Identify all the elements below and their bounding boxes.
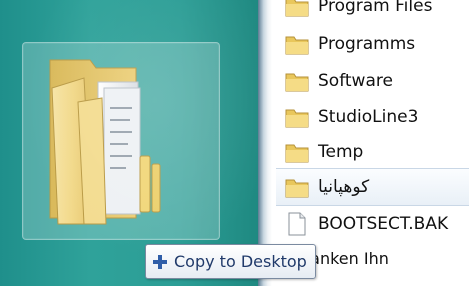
item-label: کوهپانیا xyxy=(318,177,370,197)
item-label: StudioLine3 xyxy=(318,107,419,127)
item-label: Programms xyxy=(318,34,416,54)
list-item[interactable]: Temp xyxy=(282,134,469,170)
folder-icon xyxy=(282,102,312,132)
folder-icon xyxy=(282,172,312,202)
list-item[interactable]: Programms xyxy=(282,26,469,62)
list-item[interactable]: BOOTSECT.BAK xyxy=(282,206,469,242)
folder-icon xyxy=(282,66,312,96)
item-label: Program Files xyxy=(318,0,433,16)
list-item[interactable]: StudioLine3 xyxy=(282,99,469,135)
list-item-selected[interactable]: کوهپانیا xyxy=(276,168,469,206)
list-item[interactable]: Software xyxy=(282,63,469,99)
item-label: BOOTSECT.BAK xyxy=(318,214,449,234)
folder-icon xyxy=(282,0,312,21)
folder-icon[interactable] xyxy=(32,48,182,228)
list-item[interactable]: Program Files xyxy=(282,0,469,24)
folder-icon xyxy=(282,137,312,167)
tooltip-label: Copy to Desktop xyxy=(174,252,307,271)
item-label: Software xyxy=(318,71,393,91)
file-icon xyxy=(282,209,312,239)
folder-icon xyxy=(282,29,312,59)
item-label: Temp xyxy=(318,142,364,162)
copy-to-desktop-tooltip: Copy to Desktop xyxy=(145,244,316,279)
plus-icon xyxy=(153,254,167,269)
